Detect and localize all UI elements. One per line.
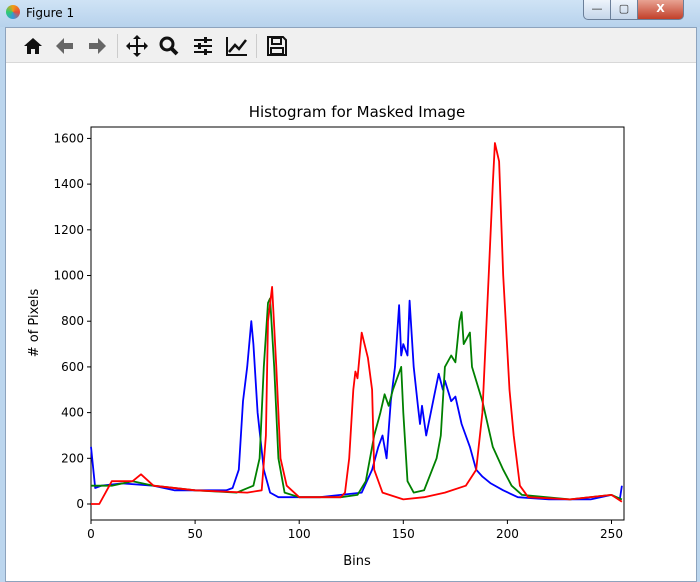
y-tick-label: 800 [61,314,84,328]
x-axis-label: Bins [343,554,371,569]
x-tick-label: 50 [187,527,202,541]
x-tick-label: 200 [496,527,519,541]
x-tick-label: 100 [288,527,311,541]
y-tick-label: 1600 [53,131,84,145]
histogram-chart: Histogram for Masked Image Bins # of Pix… [27,103,625,569]
x-tick-label: 250 [600,527,623,541]
y-tick-label: 1000 [53,269,84,283]
y-tick-label: 400 [61,406,84,420]
y-tick-label: 600 [61,360,84,374]
chart-title: Histogram for Masked Image [249,103,466,121]
x-tick-label: 150 [392,527,415,541]
y-axis-label: # of Pixels [27,289,42,358]
plot-area [90,126,625,521]
y-tick-label: 0 [76,497,84,511]
y-tick-label: 1400 [53,177,84,191]
y-tick-label: 200 [61,451,84,465]
y-tick-label: 1200 [53,223,84,237]
x-tick-label: 0 [87,527,95,541]
